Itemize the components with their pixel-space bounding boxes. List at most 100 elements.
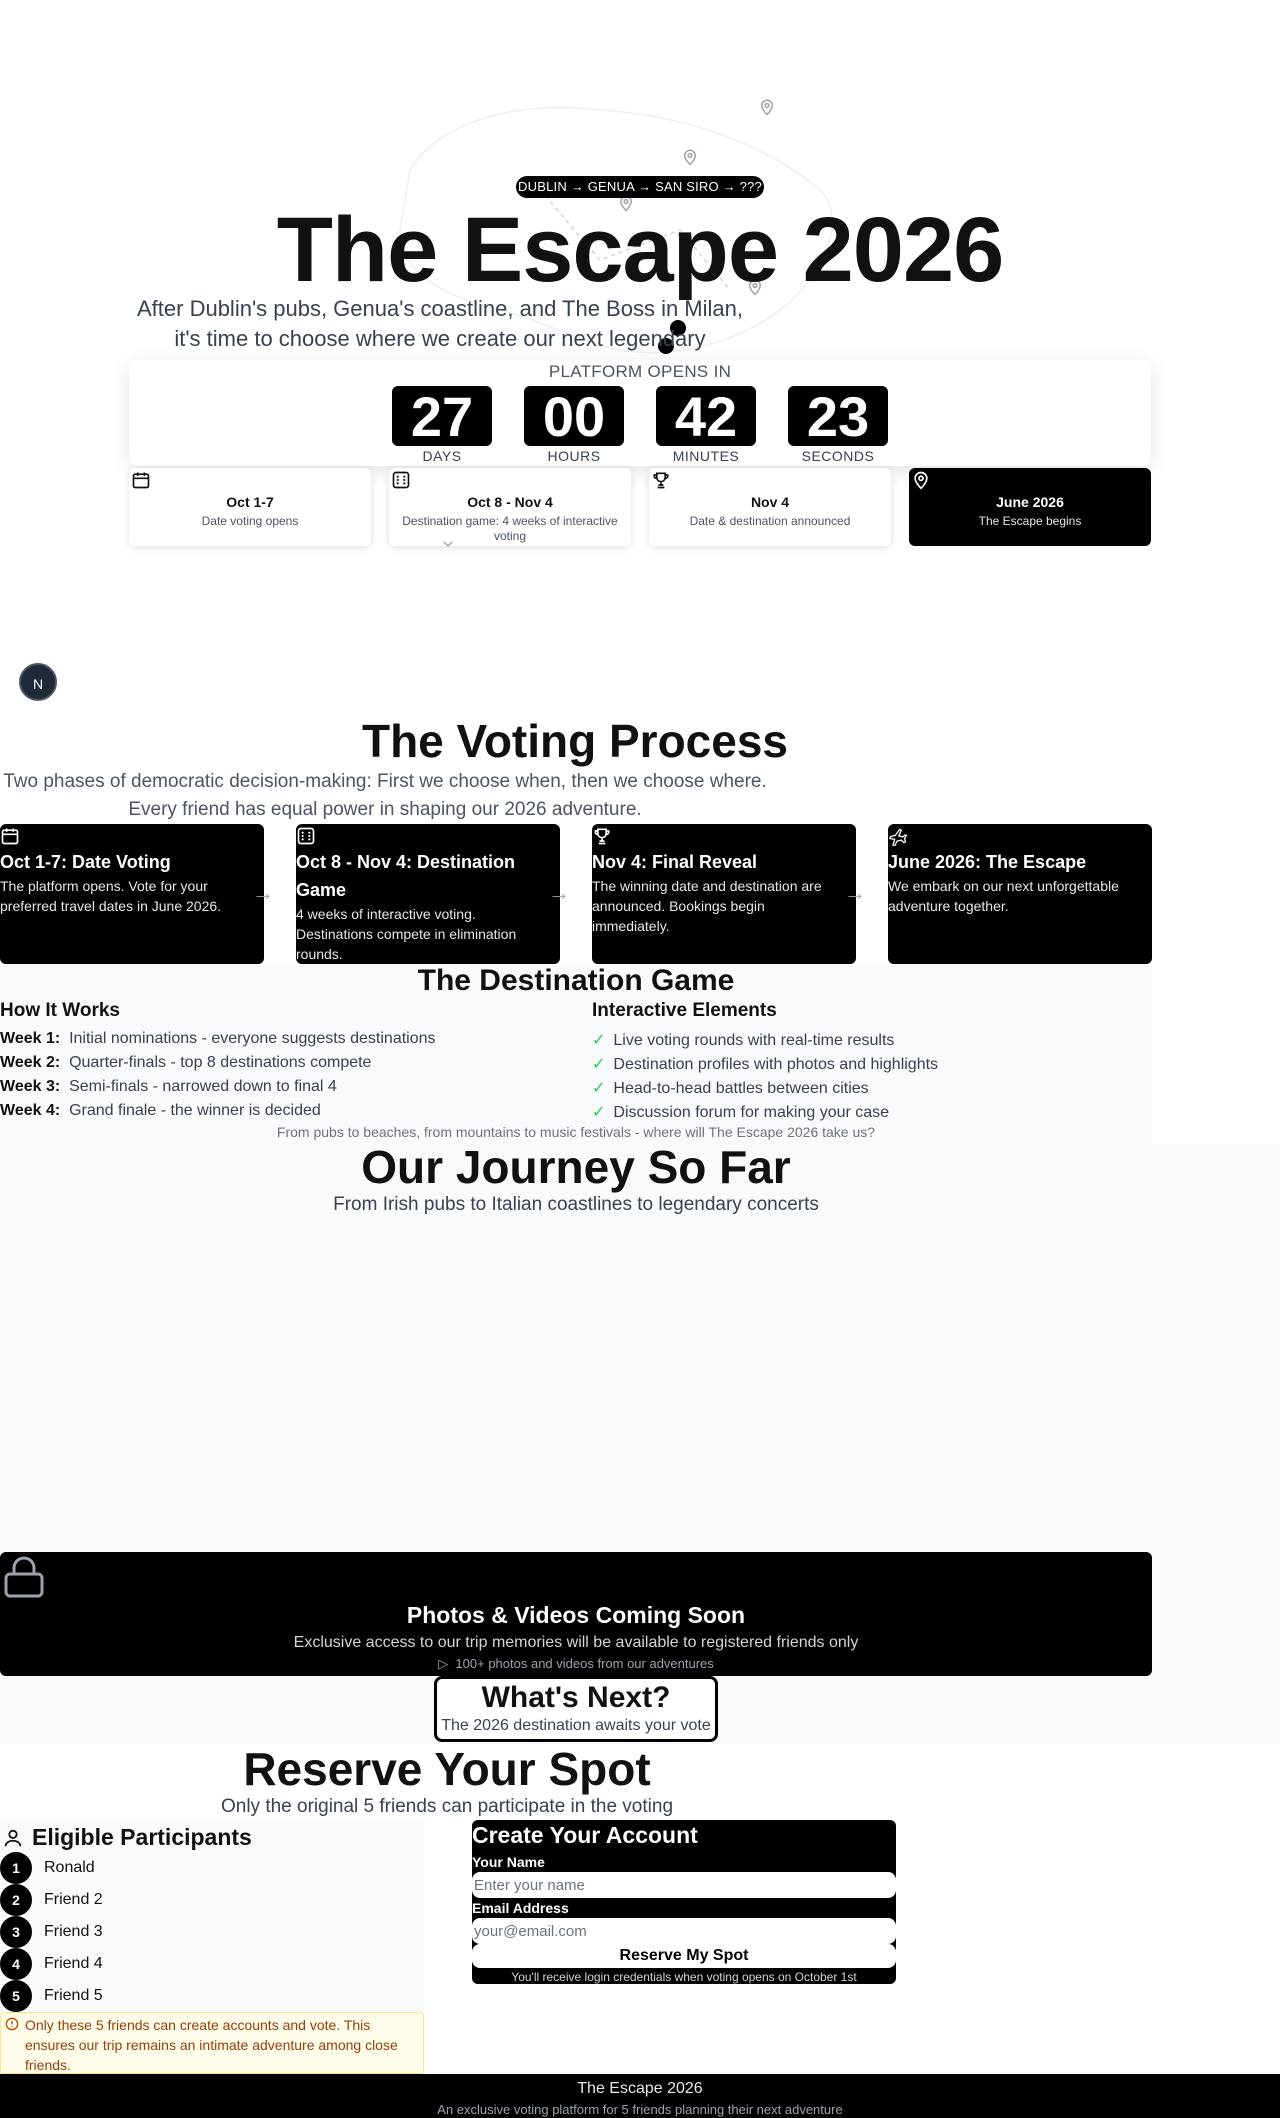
participant-name: Friend 3: [44, 1923, 103, 1940]
week-text: Semi-finals - narrowed down to final 4: [69, 1078, 337, 1095]
journey-subtitle: From Irish pubs to Italian coastlines to…: [333, 1194, 819, 1215]
map-pin-icon: [683, 149, 697, 166]
voting-section-subtitle: Two phases of democratic decision-making…: [3, 771, 767, 820]
step-title: June 2026: The Escape: [888, 852, 1087, 872]
locked-title: Photos & Videos Coming Soon: [406, 1602, 746, 1628]
step-title: Oct 1-7: Date Voting: [0, 852, 171, 872]
user-icon: [4, 1829, 22, 1847]
step-desc: The platform opens. Vote for your prefer…: [0, 878, 222, 914]
chevron-down-icon: [443, 541, 453, 548]
countdown-label: PLATFORM OPENS IN: [548, 362, 732, 381]
participant-number: 2: [0, 1884, 32, 1916]
countdown-hours-label: HOURS: [547, 448, 601, 464]
check-icon: ✓: [592, 1032, 606, 1049]
step-desc: We embark on our next unforgettable adve…: [888, 878, 1119, 914]
footer-desc: An exclusive voting platform for 5 frien…: [437, 2102, 843, 2117]
week-label: Week 1:: [0, 1030, 61, 1047]
calendar-icon: [132, 472, 150, 489]
participant-name: Friend 5: [44, 1987, 103, 2004]
interactive-item: ✓ Live voting rounds with real-time resul…: [592, 1030, 894, 1050]
media-count: ▷ 100+ photos and videos from our advent…: [0, 1656, 1152, 1672]
interactive-elements-heading: Interactive Elements: [592, 1000, 777, 1021]
trophy-icon: [653, 472, 669, 489]
participant-name: Friend 4: [44, 1955, 103, 1972]
step-card-final-reveal: Nov 4: Final Reveal The winning date and…: [592, 824, 856, 964]
timeline-card-title: Nov 4: [750, 494, 790, 510]
map-pin-icon: [760, 99, 774, 116]
voting-section-title: The Voting Process: [361, 715, 789, 767]
participant-number: 1: [0, 1852, 32, 1884]
destination-game-footer: From pubs to beaches, from mountains to …: [276, 1124, 876, 1140]
participant-number: 4: [0, 1948, 32, 1980]
countdown-days-label: DAYS: [422, 448, 462, 464]
timeline-card-desc: The Escape begins: [978, 514, 1082, 528]
timeline-card-title: Oct 8 - Nov 4: [467, 494, 553, 510]
participant-number: 3: [0, 1916, 32, 1948]
interactive-item: ✓ Discussion forum for making your case: [592, 1102, 889, 1122]
countdown-days: 27: [392, 386, 492, 448]
footer-title: The Escape 2026: [577, 2080, 703, 2097]
check-icon: ✓: [592, 1104, 606, 1121]
participants-heading: Eligible Participants: [32, 1824, 252, 1850]
reserve-title: Reserve Your Spot: [243, 1743, 651, 1795]
reserve-my-spot-button[interactable]: Reserve My Spot: [472, 1944, 896, 1968]
name-input[interactable]: [472, 1872, 896, 1898]
participant-number: 5: [0, 1980, 32, 2012]
countdown-seconds-label: SECONDS: [801, 448, 875, 464]
step-card-destination-game: Oct 8 - Nov 4: Destination Game 4 weeks …: [296, 824, 560, 964]
locked-media-panel: Photos & Videos Coming Soon Exclusive ac…: [0, 1552, 1152, 1676]
footer: The Escape 2026 An exclusive voting plat…: [0, 2074, 1280, 2118]
map-pin-icon: [914, 471, 928, 490]
timeline-card-desc: Destination game: 4 weeks of interactive…: [402, 514, 618, 543]
notice-text: Only these 5 friends can create accounts…: [25, 2017, 398, 2073]
check-icon: ✓: [592, 1080, 606, 1097]
interactive-item: ✓ Head-to-head battles between cities: [592, 1078, 869, 1098]
timeline-card-desc: Date voting opens: [201, 514, 299, 528]
interactive-text: Live voting rounds with real-time result…: [613, 1032, 895, 1049]
week-label: Week 3:: [0, 1078, 61, 1095]
reserve-subtitle: Only the original 5 friends can particip…: [220, 1796, 674, 1817]
dice-icon: [392, 471, 410, 489]
journey-title: Our Journey So Far: [361, 1141, 791, 1193]
step-desc: The winning date and destination are ann…: [592, 878, 822, 934]
form-title: Create Your Account: [472, 1822, 698, 1848]
email-label: Email Address: [472, 1900, 569, 1916]
week-label: Week 2:: [0, 1054, 61, 1071]
timeline-card-desc: Date & destination announced: [689, 514, 851, 528]
eligibility-notice: Only these 5 friends can create accounts…: [0, 2012, 424, 2074]
step-title: Oct 8 - Nov 4: Destination Game: [296, 852, 516, 900]
step-card-date-voting: Oct 1-7: Date Voting The platform opens.…: [0, 824, 264, 964]
timeline-card-title: Oct 1-7: [226, 494, 274, 510]
trophy-icon: [594, 828, 610, 845]
whats-next-box: What's Next? The 2026 destination awaits…: [434, 1676, 718, 1742]
participant-name: Ronald: [44, 1859, 95, 1876]
week-item: Week 2: Quarter-finals - top 8 destinati…: [0, 1054, 371, 1072]
week-text: Grand finale - the winner is decided: [69, 1102, 321, 1119]
interactive-text: Discussion forum for making your case: [613, 1104, 890, 1121]
interactive-text: Head-to-head battles between cities: [613, 1080, 869, 1097]
countdown-seconds: 23: [788, 386, 888, 448]
email-input[interactable]: [472, 1918, 896, 1944]
arrow-right-icon: →: [548, 880, 570, 905]
countdown-minutes: 42: [656, 386, 756, 448]
timeline-card-date-voting: Oct 1-7 Date voting opens: [129, 468, 371, 546]
form-note: You'll receive login credentials when vo…: [511, 1970, 857, 1984]
whats-next-title: What's Next?: [481, 1681, 671, 1714]
week-item: Week 1: Initial nominations - everyone s…: [0, 1030, 436, 1048]
arrow-right-icon: →: [252, 880, 274, 905]
arrow-right-icon: →: [844, 880, 866, 905]
create-account-form: Create Your Account Your Name Email Addr…: [472, 1820, 896, 1984]
week-item: Week 4: Grand finale - the winner is dec…: [0, 1102, 321, 1120]
dev-indicator-badge[interactable]: N: [19, 663, 57, 701]
info-icon: [5, 2017, 19, 2031]
week-text: Quarter-finals - top 8 destinations comp…: [69, 1054, 372, 1071]
participant-name: Friend 2: [44, 1891, 103, 1908]
week-item: Week 3: Semi-finals - narrowed down to f…: [0, 1078, 337, 1096]
name-label: Your Name: [472, 1854, 545, 1870]
timeline-card-announcement: Nov 4 Date & destination announced: [649, 468, 891, 546]
week-label: Week 4:: [0, 1102, 61, 1119]
lock-icon: [4, 1556, 44, 1598]
timeline-card-title: June 2026: [996, 494, 1064, 510]
play-icon: ▷: [438, 1656, 456, 1671]
interactive-text: Destination profiles with photos and hig…: [613, 1056, 939, 1073]
